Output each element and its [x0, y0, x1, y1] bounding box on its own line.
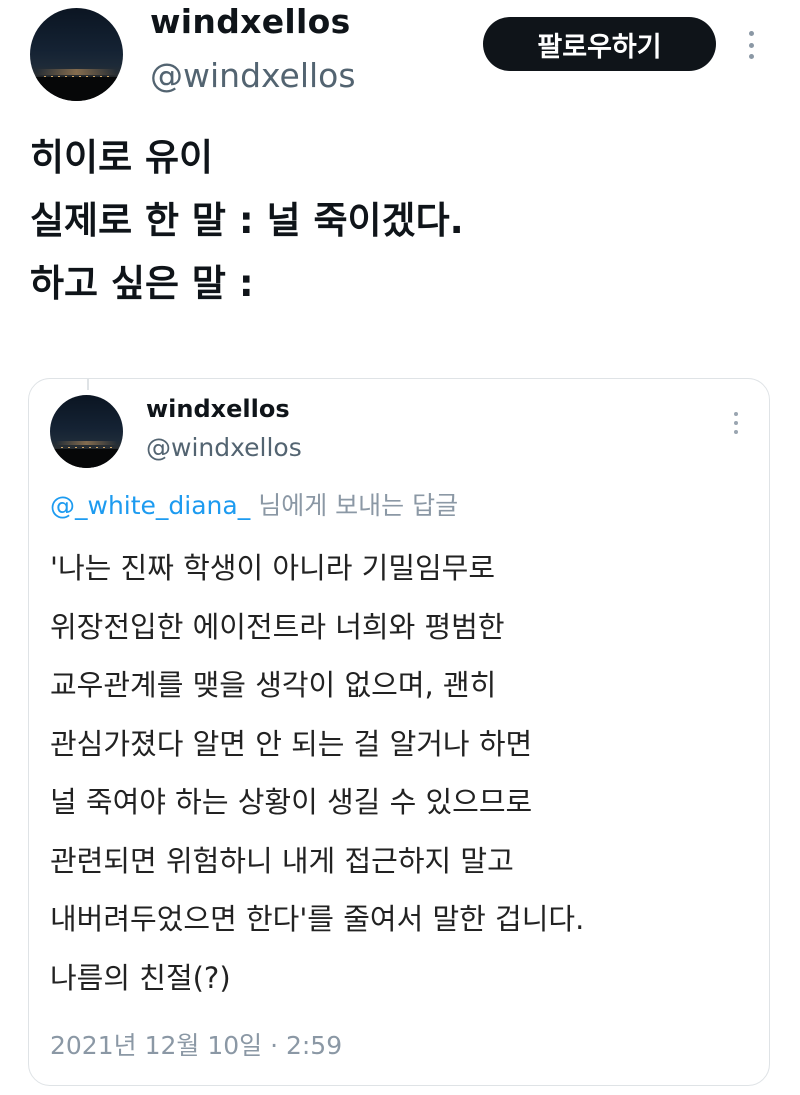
replying-to-line: @_white_diana_ 님에게 보내는 답글: [50, 486, 458, 522]
quoted-author-avatar[interactable]: [50, 395, 123, 468]
quoted-text-line: 나름의 친절(?): [50, 960, 231, 995]
avatar-ground: [50, 449, 123, 468]
avatar-horizon-glow: [37, 69, 116, 75]
tweet-timestamp[interactable]: 2021년 12월 10일 · 2:59: [50, 1026, 342, 1062]
tweet-text-line: 실제로 한 말 : 널 죽이겠다.: [30, 199, 464, 242]
more-vertical-icon[interactable]: [732, 412, 740, 434]
quoted-tweet-text: '나는 진짜 학생이 아니라 기밀임무로 위장전입한 에이전트라 너희와 평범한…: [50, 539, 762, 1007]
more-icon-dot: [748, 31, 754, 36]
reply-mention-link[interactable]: @_white_diana_: [50, 491, 250, 520]
quoted-author-handle[interactable]: @windxellos: [146, 433, 302, 462]
more-icon-dot: [748, 42, 754, 48]
quoted-text-line: 위장전입한 에이전트라 너희와 평범한: [50, 609, 505, 644]
quote-thread-line: [87, 378, 89, 390]
tweet-text-line: 하고 싶은 말 :: [30, 262, 254, 305]
more-vertical-icon[interactable]: [747, 31, 755, 59]
tweet-text: 히이로 유이 실제로 한 말 : 널 죽이겠다. 하고 싶은 말 :: [30, 126, 770, 315]
reply-suffix-text: 님에게 보내는 답글: [258, 491, 459, 520]
quoted-text-line: 내버려두었으면 한다'를 줄여서 말한 겁니다.: [50, 902, 585, 936]
quoted-text-line: 널 죽여야 하는 상황이 생길 수 있으므로: [50, 785, 533, 819]
avatar-horizon-glow: [55, 440, 118, 446]
author-avatar[interactable]: [30, 8, 123, 101]
quoted-text-line: 교우관계를 맺을 생각이 없으며, 괜히: [50, 668, 497, 702]
author-handle[interactable]: @windxellos: [150, 56, 356, 95]
more-icon-dot: [734, 412, 738, 416]
author-display-name[interactable]: windxellos: [150, 2, 351, 41]
quoted-text-line: 관련되면 위험하니 내게 접근하지 말고: [50, 843, 514, 878]
more-icon-dot: [734, 430, 738, 434]
more-icon-dot: [748, 54, 754, 59]
more-icon-dot: [734, 421, 738, 425]
avatar-city-lights: [60, 446, 113, 448]
quoted-author-display-name[interactable]: windxellos: [146, 395, 290, 423]
quoted-text-line: '나는 진짜 학생이 아니라 기밀임무로: [50, 551, 496, 585]
tweet-text-line: 히이로 유이: [30, 136, 214, 179]
avatar-ground: [30, 76, 123, 101]
follow-button[interactable]: 팔로우하기: [483, 17, 716, 71]
quoted-text-line: 관심가졌다 알면 안 되는 걸 알거나 하면: [50, 726, 533, 761]
